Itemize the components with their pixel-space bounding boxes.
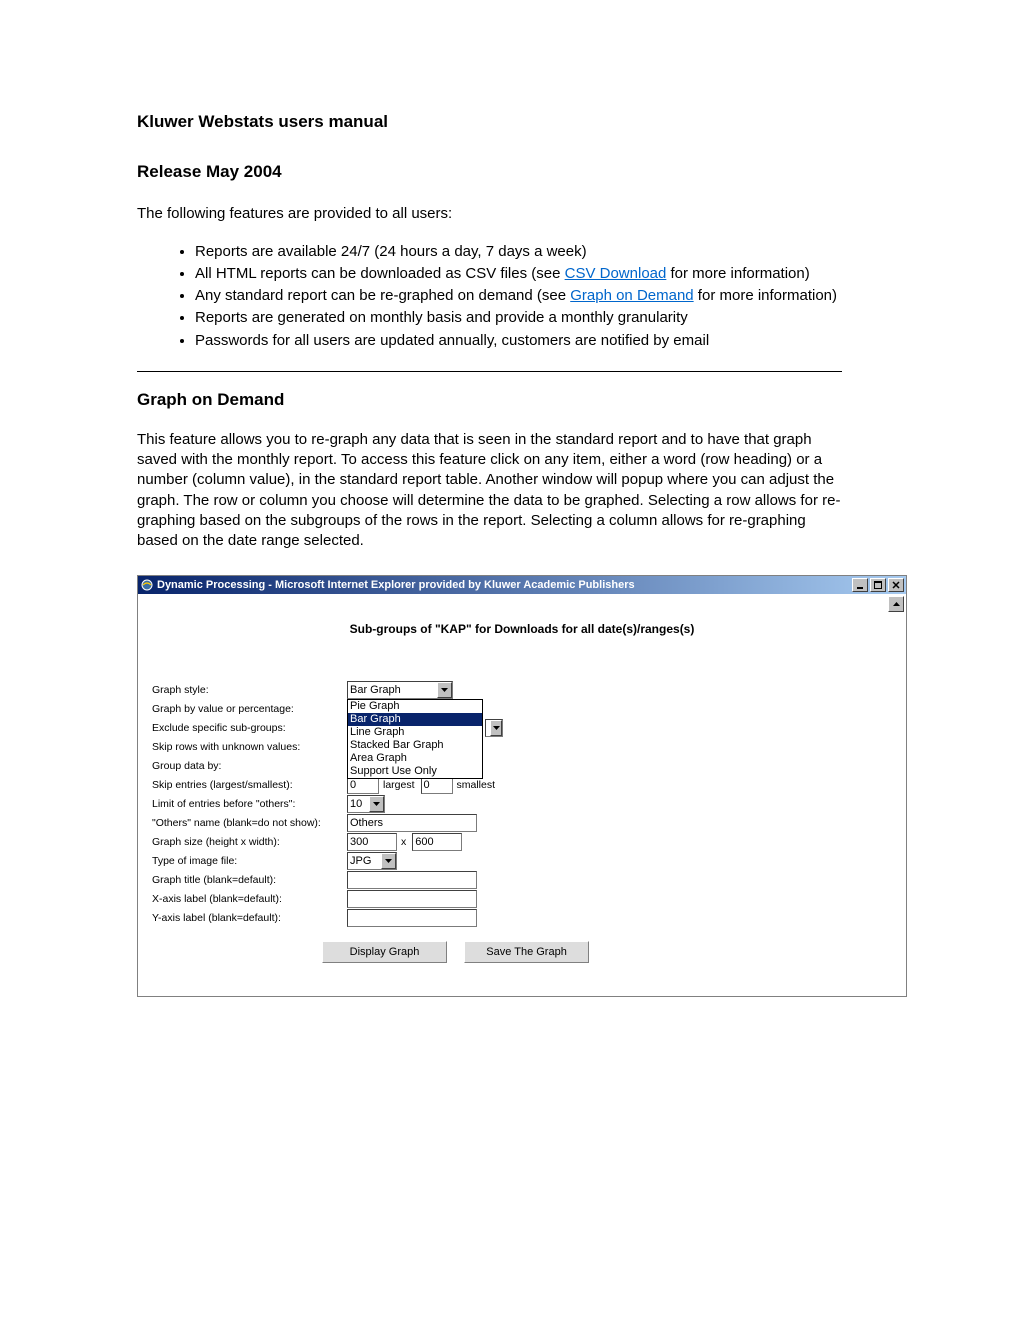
maximize-button[interactable] — [870, 578, 886, 592]
chevron-down-icon — [437, 682, 452, 698]
label-largest: largest — [383, 779, 415, 791]
list-item: Reports are available 24/7 (24 hours a d… — [195, 242, 842, 262]
display-graph-button[interactable]: Display Graph — [322, 941, 447, 963]
dropdown-option[interactable]: Line Graph — [348, 726, 482, 739]
window-titlebar: Dynamic Processing - Microsoft Internet … — [138, 576, 906, 594]
save-graph-button[interactable]: Save The Graph — [464, 941, 589, 963]
xaxis-input[interactable] — [347, 890, 477, 908]
minimize-button[interactable] — [852, 578, 868, 592]
limit-value: 10 — [350, 798, 367, 810]
chevron-down-icon — [490, 720, 502, 736]
label-graph-style: Graph style: — [152, 684, 347, 696]
graph-style-select[interactable]: Bar Graph — [347, 681, 453, 699]
window-title: Dynamic Processing - Microsoft Internet … — [157, 579, 635, 591]
graph-on-demand-link[interactable]: Graph on Demand — [570, 287, 693, 304]
label-xaxis: X-axis label (blank=default): — [152, 893, 347, 905]
chevron-down-icon — [369, 796, 384, 812]
label-yaxis: Y-axis label (blank=default): — [152, 912, 347, 924]
csv-download-link[interactable]: CSV Download — [565, 265, 667, 282]
dropdown-option[interactable]: Pie Graph — [348, 700, 482, 713]
size-width-input[interactable]: 600 — [412, 833, 462, 851]
graph-title-input[interactable] — [347, 871, 477, 889]
image-type-select[interactable]: JPG — [347, 852, 397, 870]
scroll-up-button[interactable] — [888, 596, 904, 612]
label-graph-title: Graph title (blank=default): — [152, 874, 347, 886]
graph-style-dropdown[interactable]: Pie Graph Bar Graph Line Graph Stacked B… — [347, 699, 483, 779]
image-type-value: JPG — [350, 855, 379, 867]
label-exclude: Exclude specific sub-groups: — [152, 722, 347, 734]
list-item: Passwords for all users are updated annu… — [195, 331, 842, 351]
section-heading: Graph on Demand — [137, 390, 842, 410]
label-group-by: Group data by: — [152, 760, 347, 772]
section-body: This feature allows you to re-graph any … — [137, 430, 842, 552]
dropdown-option-selected[interactable]: Bar Graph — [348, 713, 482, 726]
feature-list: Reports are available 24/7 (24 hours a d… — [137, 242, 842, 351]
label-size-x: x — [401, 836, 406, 848]
page-title: Kluwer Webstats users manual — [137, 112, 842, 132]
dropdown-option[interactable]: Stacked Bar Graph — [348, 739, 482, 752]
list-item-text: for more information) — [666, 265, 809, 282]
release-heading: Release May 2004 — [137, 162, 842, 182]
label-graph-by: Graph by value or percentage: — [152, 703, 347, 715]
chevron-down-icon — [381, 853, 396, 869]
divider — [137, 371, 842, 372]
limit-select[interactable]: 10 — [347, 795, 385, 813]
dropdown-option[interactable]: Area Graph — [348, 752, 482, 765]
exclude-select[interactable] — [485, 719, 503, 737]
label-image-type: Type of image file: — [152, 855, 347, 867]
intro-text: The following features are provided to a… — [137, 204, 842, 224]
others-name-input[interactable]: Others — [347, 814, 477, 832]
list-item-text: All HTML reports can be downloaded as CS… — [195, 265, 565, 282]
popup-heading: Sub-groups of "KAP" for Downloads for al… — [152, 622, 892, 636]
list-item: Any standard report can be re-graphed on… — [195, 286, 842, 306]
yaxis-input[interactable] — [347, 909, 477, 927]
label-smallest: smallest — [457, 779, 496, 791]
list-item: All HTML reports can be downloaded as CS… — [195, 264, 842, 284]
label-skip-entries: Skip entries (largest/smallest): — [152, 779, 347, 791]
label-size: Graph size (height x width): — [152, 836, 347, 848]
label-others-name: "Others" name (blank=do not show): — [152, 817, 347, 829]
graph-style-value: Bar Graph — [350, 684, 435, 696]
dropdown-option[interactable]: Support Use Only — [348, 765, 482, 778]
close-button[interactable] — [888, 578, 904, 592]
size-height-input[interactable]: 300 — [347, 833, 397, 851]
label-skip-unknown: Skip rows with unknown values: — [152, 741, 347, 753]
list-item: Reports are generated on monthly basis a… — [195, 308, 842, 328]
list-item-text: for more information) — [694, 287, 837, 304]
popup-window: Dynamic Processing - Microsoft Internet … — [137, 575, 907, 997]
ie-icon — [140, 578, 154, 592]
list-item-text: Any standard report can be re-graphed on… — [195, 287, 570, 304]
label-limit: Limit of entries before "others": — [152, 798, 347, 810]
